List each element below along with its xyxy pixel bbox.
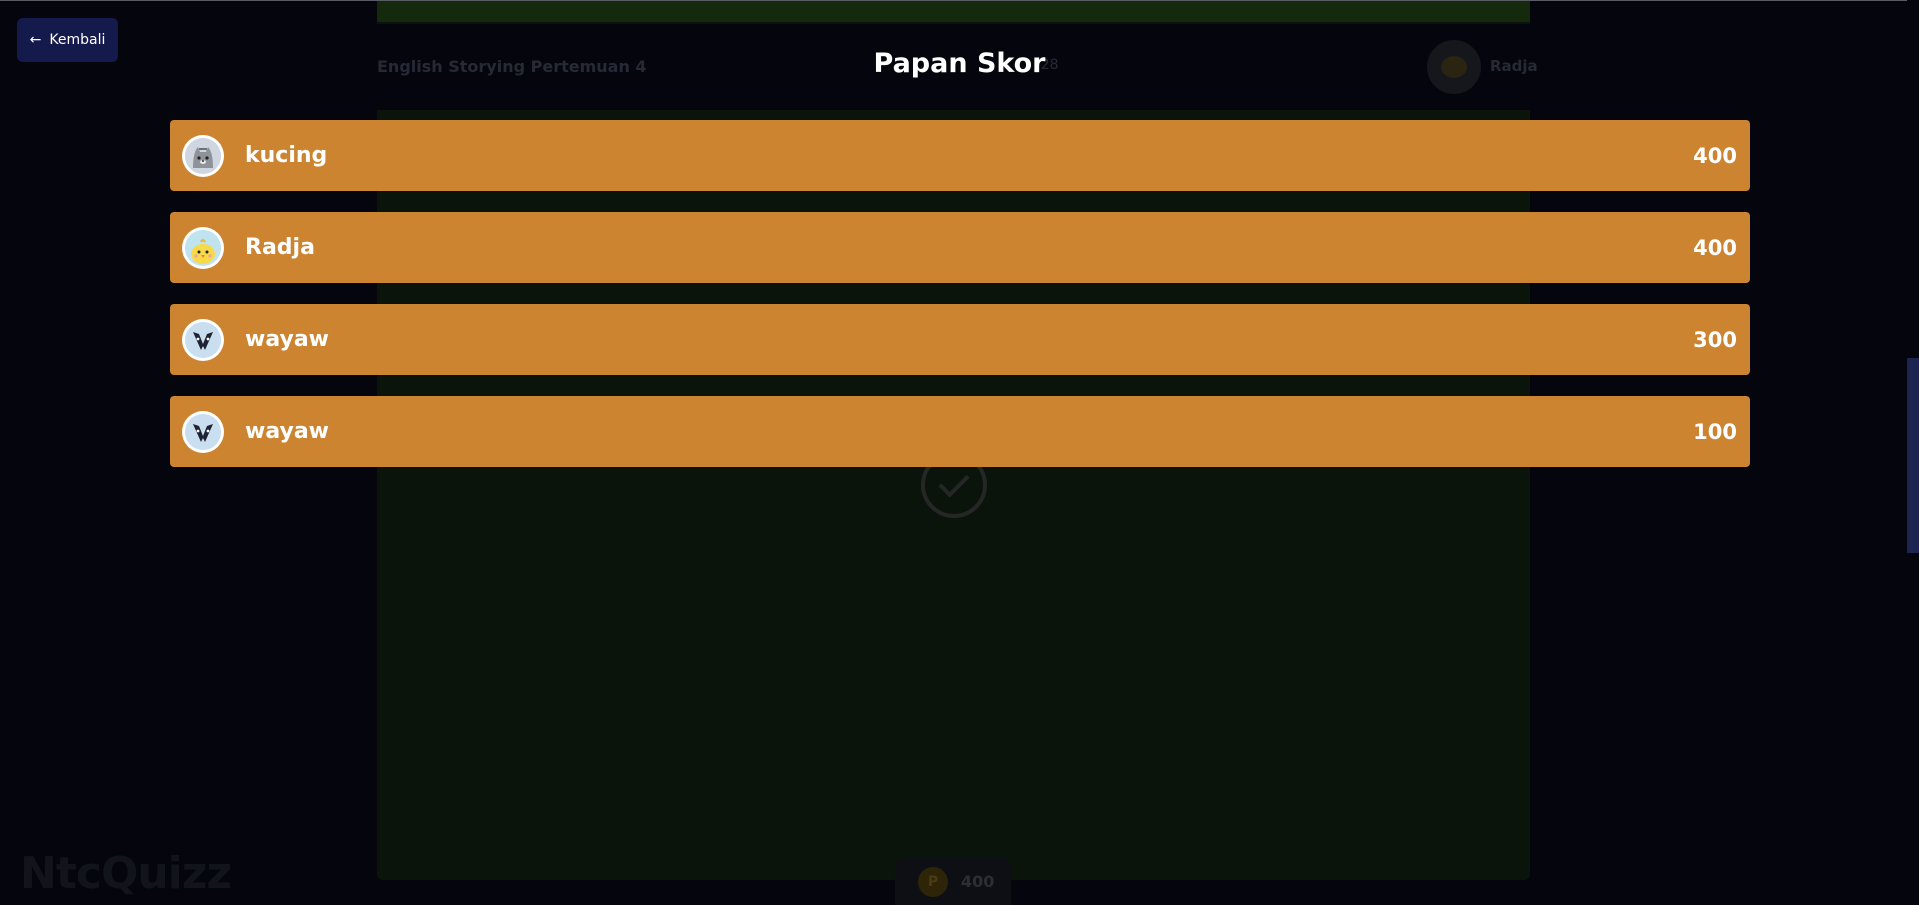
scoreboard-list: kucing 400 Radja 400 wayaw 300 wayaw 100 xyxy=(170,120,1750,488)
window-top-border xyxy=(0,0,1919,1)
chick-avatar-icon xyxy=(185,229,221,266)
player-name: wayaw xyxy=(245,419,330,444)
player-avatar xyxy=(182,410,224,453)
coin-icon: P xyxy=(918,866,948,897)
badger-avatar-icon xyxy=(185,321,221,358)
points-badge: P 400 xyxy=(895,858,1011,905)
cat-avatar-icon xyxy=(185,137,221,174)
player-score: 400 xyxy=(1693,235,1737,260)
scoreboard-row: wayaw 300 xyxy=(170,304,1750,375)
back-button-label: Kembali xyxy=(49,32,106,48)
arrow-left-icon: ← xyxy=(29,32,42,48)
player-score: 300 xyxy=(1693,327,1737,352)
player-score: 400 xyxy=(1693,143,1737,168)
quiz-progress-bar xyxy=(377,0,1530,22)
scrollbar[interactable] xyxy=(1907,0,1919,905)
player-score: 100 xyxy=(1693,419,1737,444)
badger-avatar-icon xyxy=(185,413,221,450)
app-logo: NtcQuizz xyxy=(20,848,232,899)
scoreboard-title: Papan Skor xyxy=(873,48,1046,79)
player-avatar xyxy=(182,134,224,177)
player-name: kucing xyxy=(245,143,328,168)
scoreboard-row: kucing 400 xyxy=(170,120,1750,191)
points-value: 400 xyxy=(961,872,995,891)
player-avatar xyxy=(182,318,224,361)
player-name: Radja xyxy=(245,235,315,260)
scrollbar-thumb[interactable] xyxy=(1907,358,1919,553)
scoreboard-row: Radja 400 xyxy=(170,212,1750,283)
player-name: wayaw xyxy=(245,327,330,352)
scoreboard-row: wayaw 100 xyxy=(170,396,1750,467)
player-avatar xyxy=(182,226,224,269)
